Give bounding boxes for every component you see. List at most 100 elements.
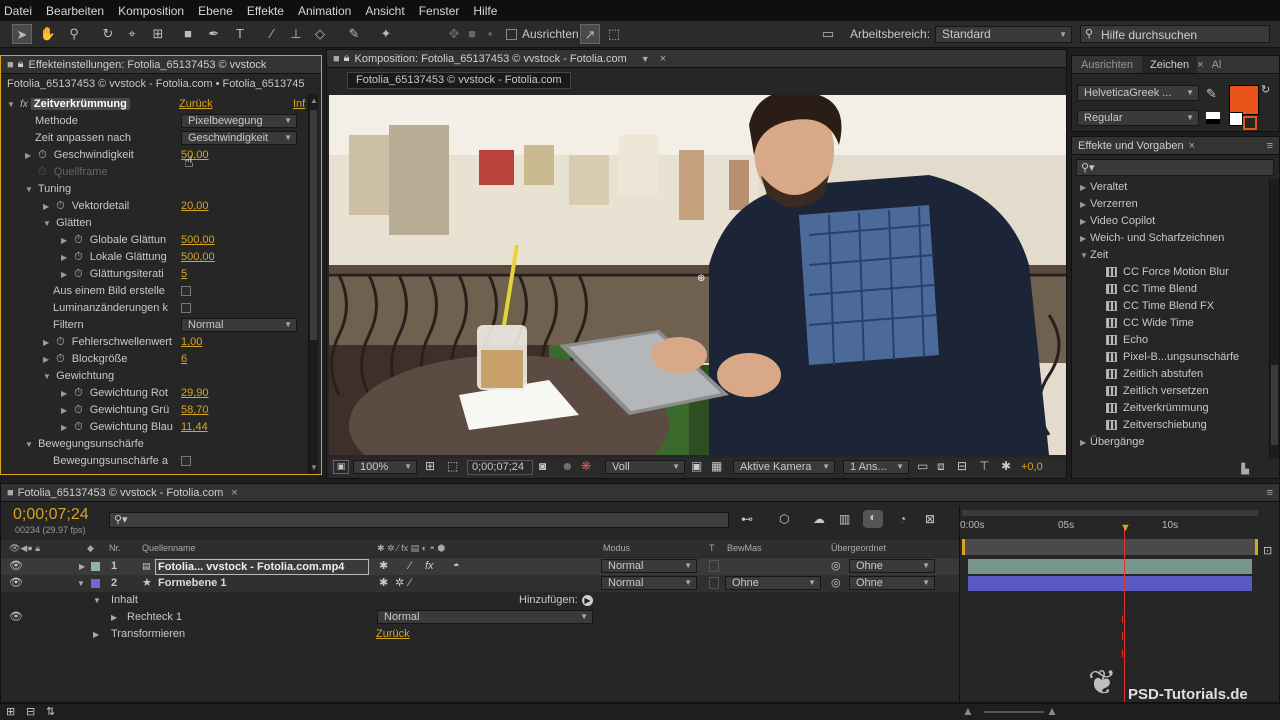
toggle-pixel-aspect-icon[interactable]: ▭ [917, 459, 928, 473]
effect-zeitverschiebung[interactable]: Zeitverschiebung [1106, 417, 1207, 434]
workspace-icon[interactable]: ▭ [818, 24, 838, 44]
pickwhip-icon[interactable]: ◎ [831, 575, 841, 592]
always-preview-icon[interactable]: ▣ [333, 460, 349, 474]
info-link[interactable]: Inf [293, 96, 305, 113]
menu-komposition[interactable]: Komposition [118, 4, 184, 18]
composition-subtab[interactable]: Fotolia_65137453 © vvstock - Fotolia.com [347, 72, 571, 89]
swap-colors-icon[interactable]: ↻ [1261, 83, 1270, 96]
transform-reset-link[interactable]: Zurück [376, 626, 410, 643]
rectangle-tool-icon[interactable]: ■ [178, 24, 198, 44]
expand-triangle-icon[interactable]: ▶ [61, 266, 71, 283]
stopwatch-icon[interactable]: ⏱ [74, 402, 83, 419]
hand-tool-icon[interactable]: ✋ [38, 24, 58, 44]
fx-icon[interactable]: fx [20, 99, 28, 110]
layer-name[interactable]: Fotolia... vvstock - Fotolia.com.mp4 [155, 559, 369, 575]
toggle-inout-icon[interactable]: ⇅ [46, 705, 55, 718]
comp-mini-flowchart-icon[interactable]: ⊷ [741, 512, 753, 526]
layer-row-2[interactable]: 👁︎ ▼ 2 ★ Formebene 1 ✱ ✲ ⁄ Normal Ohne ◎… [1, 575, 959, 592]
stopwatch-icon[interactable]: ⏱ [74, 419, 83, 436]
tree-item-veraltet[interactable]: ▶ Veraltet [1080, 179, 1127, 196]
tab-ausrichten[interactable]: Ausrichten [1072, 59, 1142, 71]
stopwatch-icon[interactable]: ⏱ [74, 249, 83, 266]
layer-2-trackmatte-dropdown[interactable]: Ohne [725, 576, 821, 590]
expand-triangle-icon[interactable]: ▶ [61, 419, 71, 436]
grid-toggle-icon[interactable]: ⬚ [447, 459, 458, 473]
expand-triangle-icon[interactable]: ▶ [79, 558, 85, 575]
expand-triangle-icon[interactable]: ▶ [1080, 434, 1090, 451]
layer-1-parent-dropdown[interactable]: Ohne [849, 559, 935, 573]
font-style-dropdown[interactable]: Regular [1077, 110, 1199, 126]
effect-name[interactable]: Zeitverkrümmung [30, 98, 130, 110]
vektordetail-value[interactable]: 20,00 [181, 198, 209, 215]
stroke-color-swatch[interactable] [1243, 116, 1257, 130]
quality-switch-icon[interactable]: ⁄ [409, 575, 411, 592]
puppet-tool-icon[interactable]: ✦ [376, 24, 396, 44]
visibility-eye-icon[interactable]: 👁︎ [9, 558, 23, 575]
menu-fenster[interactable]: Fenster [419, 4, 460, 18]
close-icon[interactable]: × [231, 487, 237, 499]
rechteck-mode-dropdown[interactable]: Normal [377, 610, 593, 624]
anchor-point-icon[interactable]: ⊕ [697, 273, 705, 284]
layer-name[interactable]: Formebene 1 [158, 575, 226, 592]
zeit-anpassen-dropdown[interactable]: Geschwindigkeit [181, 131, 297, 145]
panel-menu-icon[interactable]: ■ [7, 59, 14, 71]
ausrichten-checkbox[interactable] [506, 29, 517, 40]
menu-datei[interactable]: Datei [4, 4, 32, 18]
expand-triangle-icon[interactable]: ▶ [1080, 230, 1090, 247]
gewichtung-rot-value[interactable]: 29,90 [181, 385, 209, 402]
effect-zeitlich-versetzen[interactable]: Zeitlich versetzen [1106, 383, 1209, 400]
snap-feature-icon[interactable]: ⬚ [604, 24, 624, 44]
glaettungsiterationen-value[interactable]: 5 [181, 266, 187, 283]
scroll-thumb[interactable] [310, 110, 317, 340]
exposure-value[interactable]: +0,0 [1021, 461, 1043, 473]
expand-triangle-icon[interactable]: ▶ [93, 626, 99, 643]
composition-tab[interactable]: Komposition: Fotolia_65137453 © vvstock … [355, 53, 627, 65]
graph-editor-icon[interactable]: ◔ [899, 512, 906, 526]
clone-tool-icon[interactable]: ⊥ [286, 24, 306, 44]
flowchart-icon[interactable]: ⊤ [979, 459, 989, 473]
filtern-dropdown[interactable]: Normal [181, 318, 297, 332]
panel-options-icon[interactable]: ≡ [1267, 487, 1273, 499]
viewer-timecode[interactable]: 0;00;07;24 [467, 460, 533, 475]
comp-button-icon[interactable]: ⊡ [1263, 544, 1272, 557]
layer-label-color[interactable] [91, 579, 100, 588]
stopwatch-icon[interactable]: ⏱ [38, 147, 47, 164]
expand-triangle-icon[interactable]: ▼ [93, 592, 101, 609]
no-stroke-icon[interactable] [1229, 112, 1243, 126]
visibility-eye-icon[interactable]: 👁︎ [9, 575, 23, 592]
effect-cc-wide-time[interactable]: CC Wide Time [1106, 315, 1194, 332]
tab-zeichen[interactable]: Zeichen [1141, 56, 1198, 73]
expand-triangle-icon[interactable]: ▶ [1080, 179, 1090, 196]
gewichtung-gruen-value[interactable]: 58,70 [181, 402, 209, 419]
gewichtung-blau-value[interactable]: 11,44 [181, 419, 208, 436]
tree-item-weich-scharf[interactable]: ▶ Weich- und Scharfzeichnen [1080, 230, 1224, 247]
roto-brush-tool-icon[interactable]: ✎ [344, 24, 364, 44]
fill-color-swatch[interactable] [1229, 85, 1259, 115]
effects-search-input[interactable]: ⚲▾ [1076, 159, 1274, 176]
lock-icon[interactable]: 🔒︎ [344, 52, 350, 65]
expand-triangle-icon[interactable]: ▼ [43, 215, 53, 232]
lokale-glaettung-value[interactable]: 500,00 [181, 249, 215, 266]
safe-zones-icon[interactable]: ⊞ [425, 459, 435, 473]
layer-row-1[interactable]: 👁︎ ▶ 1 ▤ Fotolia... vvstock - Fotolia.co… [1, 558, 959, 575]
brainstorm-icon[interactable]: ⊠ [925, 512, 935, 526]
arbeitsbereich-dropdown[interactable]: Standard [935, 26, 1072, 43]
timeline-search-input[interactable]: ⚲▾ [109, 512, 729, 528]
stopwatch-icon[interactable]: ⏱ [74, 232, 83, 249]
layer-2-bar[interactable] [968, 576, 1252, 591]
timeline-icon[interactable]: ⊟ [957, 459, 967, 473]
layer-2-parent-dropdown[interactable]: Ohne [849, 576, 935, 590]
bewegungsunschaerfe-checkbox[interactable] [181, 456, 191, 466]
eraser-tool-icon[interactable]: ◇ [310, 24, 330, 44]
close-icon[interactable]: × [1189, 140, 1195, 152]
menu-effekte[interactable]: Effekte [247, 4, 284, 18]
layer-label-color[interactable] [91, 562, 100, 571]
expand-triangle-icon[interactable]: ▼ [7, 96, 17, 113]
hide-shy-icon[interactable]: ☁ [813, 512, 825, 526]
toggle-modes-icon[interactable]: ⊟ [26, 705, 35, 718]
blockgroesse-value[interactable]: 6 [181, 351, 187, 368]
zoom-out-icon[interactable]: ▲ [962, 704, 974, 718]
expand-triangle-icon[interactable]: ▶ [1080, 213, 1090, 230]
zoom-tool-icon[interactable]: ⚲ [64, 24, 84, 44]
expand-triangle-icon[interactable]: ▼ [1080, 247, 1090, 264]
